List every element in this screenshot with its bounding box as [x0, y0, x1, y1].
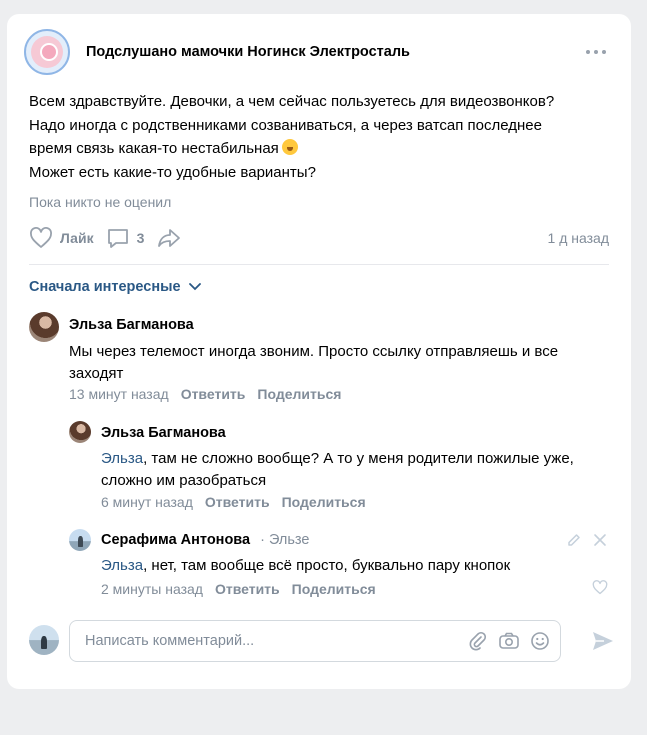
heart-icon: [30, 227, 52, 248]
comment-text: Эльза, нет, там вообще всё просто, буква…: [101, 557, 511, 574]
emoji-icon: [281, 139, 298, 155]
comment-composer: Написать комментарий...: [29, 620, 615, 662]
divider: [29, 264, 609, 265]
share-comment-button[interactable]: Поделиться: [282, 494, 366, 510]
share-icon: [158, 229, 181, 247]
comment-icon: [107, 229, 128, 248]
mention-link[interactable]: Эльза: [101, 557, 143, 574]
comment-author: Серафима Антонова · Эльзе: [101, 532, 309, 548]
comment-time[interactable]: 13 минут назад: [69, 386, 169, 402]
group-name[interactable]: Подслушано мамочки Ногинск Электросталь: [86, 44, 410, 60]
share-comment-button[interactable]: Поделиться: [257, 386, 341, 402]
like-label: Лайк: [60, 230, 94, 246]
close-icon[interactable]: [593, 533, 607, 547]
comment-meta: 6 минут назад Ответить Поделиться: [101, 494, 366, 510]
more-icon[interactable]: [586, 47, 606, 57]
comments-button[interactable]: 3: [106, 227, 145, 249]
author-name[interactable]: Серафима Антонова: [101, 532, 250, 548]
share-comment-button[interactable]: Поделиться: [292, 581, 376, 597]
no-likes-text: Пока никто не оценил: [29, 194, 172, 210]
post-time[interactable]: 1 д назад: [548, 230, 609, 246]
post-actions: Лайк 3 1 д назад: [29, 226, 609, 250]
attach-icon[interactable]: [468, 631, 488, 651]
avatar[interactable]: [69, 421, 91, 443]
reply-button[interactable]: Ответить: [215, 581, 280, 597]
group-avatar[interactable]: [24, 29, 70, 75]
post-text-line: Всем здравствуйте. Девочки, а чем сейчас…: [29, 93, 555, 110]
emoji-icon[interactable]: [530, 631, 550, 651]
heart-icon[interactable]: [592, 580, 608, 595]
like-button[interactable]: Лайк: [29, 227, 94, 249]
reply-button[interactable]: Ответить: [181, 386, 246, 402]
input-icons: [458, 631, 550, 651]
camera-icon[interactable]: [498, 631, 520, 651]
comment-author[interactable]: Эльза Багманова: [101, 425, 226, 441]
sort-label: Сначала интересные: [29, 279, 181, 295]
comment-input-placeholder: Написать комментарий...: [85, 633, 255, 649]
sort-dropdown[interactable]: Сначала интересные: [29, 279, 201, 295]
chevron-down-icon: [188, 283, 201, 291]
post-card: Подслушано мамочки Ногинск Электросталь …: [7, 14, 631, 689]
comments-count: 3: [136, 230, 145, 246]
comment-input[interactable]: Написать комментарий...: [69, 620, 561, 662]
avatar[interactable]: [29, 312, 59, 342]
comment-text: Эльза, там не сложно вообще? А то у меня…: [101, 450, 574, 489]
comment-meta: 13 минут назад Ответить Поделиться: [69, 386, 341, 402]
edit-icon[interactable]: [566, 532, 582, 548]
mention-link[interactable]: Эльза: [101, 450, 143, 467]
post-text-line: Может есть какие-то удобные варианты?: [29, 163, 316, 181]
comment-time[interactable]: 6 минут назад: [101, 494, 193, 510]
my-avatar[interactable]: [29, 625, 59, 655]
post-text: Всем здравствуйте. Девочки, а чем сейчас…: [29, 90, 619, 184]
avatar[interactable]: [69, 529, 91, 551]
post-header: Подслушано мамочки Ногинск Электросталь: [24, 29, 614, 75]
post-text-line: время связь какая-то нестабильная: [29, 137, 619, 161]
share-button[interactable]: [156, 227, 189, 249]
comment-author[interactable]: Эльза Багманова: [69, 317, 194, 333]
reply-button[interactable]: Ответить: [205, 494, 270, 510]
comment-text: Мы через телемост иногда звоним. Просто …: [69, 343, 559, 382]
comment-meta: 2 минуты назад Ответить Поделиться: [101, 581, 376, 597]
comment-time[interactable]: 2 минуты назад: [101, 581, 203, 597]
send-icon[interactable]: [591, 630, 615, 652]
post-text-line: Надо иногда с родственниками созванивать…: [29, 116, 542, 134]
reply-to[interactable]: · Эльзе: [260, 532, 309, 548]
